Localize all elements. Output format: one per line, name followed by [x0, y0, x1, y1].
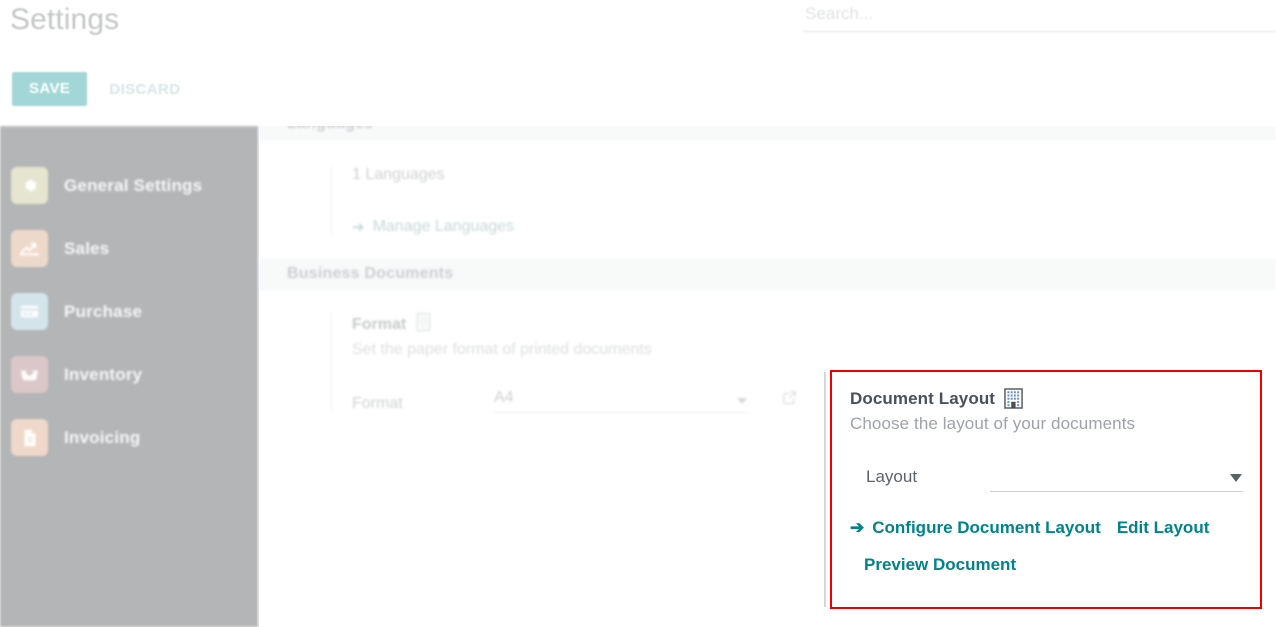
chevron-down-icon — [1230, 474, 1242, 482]
credit-card-icon — [11, 293, 48, 330]
arrow-right-icon: ➔ — [352, 218, 365, 236]
callout-left-rule — [824, 372, 826, 607]
sidebar-item-sales[interactable]: Sales — [0, 217, 258, 280]
external-link-icon[interactable] — [781, 389, 798, 411]
layout-field-label: Layout — [866, 467, 990, 492]
manage-languages-label: Manage Languages — [373, 218, 514, 236]
top-control-bar: Settings SAVE DISCARD — [0, 0, 1276, 126]
invoice-icon: $ — [11, 419, 48, 456]
format-field-value: A4 — [494, 389, 514, 406]
language-count: 1 Languages — [352, 166, 1276, 184]
document-layout-links-row-2: Preview Document — [850, 555, 1244, 575]
document-layout-links-row: ➔ Configure Document Layout Edit Layout — [850, 518, 1244, 538]
layout-select[interactable] — [990, 464, 1243, 492]
format-subtitle: Set the paper format of printed document… — [352, 341, 826, 359]
sidebar-item-label: Inventory — [64, 365, 142, 385]
page-title: Settings — [10, 3, 119, 37]
section-title: Business Documents — [259, 259, 1276, 290]
document-page-icon — [415, 312, 432, 337]
document-layout-title-row: Document Layout — [850, 388, 1244, 409]
format-title-row: Format — [352, 312, 826, 337]
svg-text:$: $ — [27, 435, 31, 444]
section-title: Languages — [259, 126, 1276, 140]
format-block: Format — [331, 312, 826, 413]
sidebar-item-invoicing[interactable]: $ Invoicing — [0, 406, 258, 469]
sidebar-item-label: Purchase — [64, 302, 142, 322]
settings-page: Settings SAVE DISCARD General Settings — [0, 0, 1276, 627]
format-field-label: Format — [352, 395, 470, 413]
languages-block: 1 Languages ➔ Manage Languages — [331, 166, 1276, 237]
arrow-right-icon: ➔ — [850, 518, 864, 538]
layout-field-row: Layout — [850, 464, 1244, 492]
document-layout-title: Document Layout — [850, 389, 995, 409]
edit-layout-link[interactable]: Edit Layout — [1117, 518, 1210, 538]
preview-document-link[interactable]: Preview Document — [864, 555, 1016, 575]
document-layout-subtitle: Choose the layout of your documents — [850, 414, 1244, 434]
discard-button[interactable]: DISCARD — [109, 81, 180, 98]
sidebar-item-inventory[interactable]: Inventory — [0, 343, 258, 406]
format-field-row: Format A4 — [352, 389, 826, 413]
chevron-down-icon — [737, 398, 747, 404]
sidebar-item-general-settings[interactable]: General Settings — [0, 154, 258, 217]
inbox-icon — [11, 356, 48, 393]
document-layout-setting: Document Layout — [830, 370, 1262, 609]
section-languages: Languages 1 Languages ➔ Manage Languages — [259, 126, 1276, 259]
save-button[interactable]: SAVE — [12, 72, 87, 106]
sidebar-item-label: Invoicing — [64, 428, 140, 448]
chart-line-icon — [11, 230, 48, 267]
configure-document-layout-label: Configure Document Layout — [872, 518, 1101, 538]
settings-sidebar: General Settings Sales Purchase — [0, 126, 258, 627]
sidebar-item-label: Sales — [64, 239, 109, 259]
record-action-bar: SAVE DISCARD — [12, 72, 180, 106]
search-box[interactable] — [803, 4, 1276, 32]
configure-document-layout-link[interactable]: ➔ Configure Document Layout — [850, 518, 1101, 538]
format-select[interactable]: A4 — [494, 389, 749, 413]
building-icon — [1004, 388, 1023, 409]
format-title: Format — [352, 316, 406, 334]
search-input[interactable] — [803, 4, 1276, 32]
section-body: 1 Languages ➔ Manage Languages — [259, 140, 1276, 259]
manage-languages-link[interactable]: ➔ Manage Languages — [352, 218, 514, 236]
sidebar-item-purchase[interactable]: Purchase — [0, 280, 258, 343]
sidebar-item-label: General Settings — [64, 176, 202, 196]
format-column: Format — [331, 312, 826, 413]
gear-icon — [11, 167, 48, 204]
